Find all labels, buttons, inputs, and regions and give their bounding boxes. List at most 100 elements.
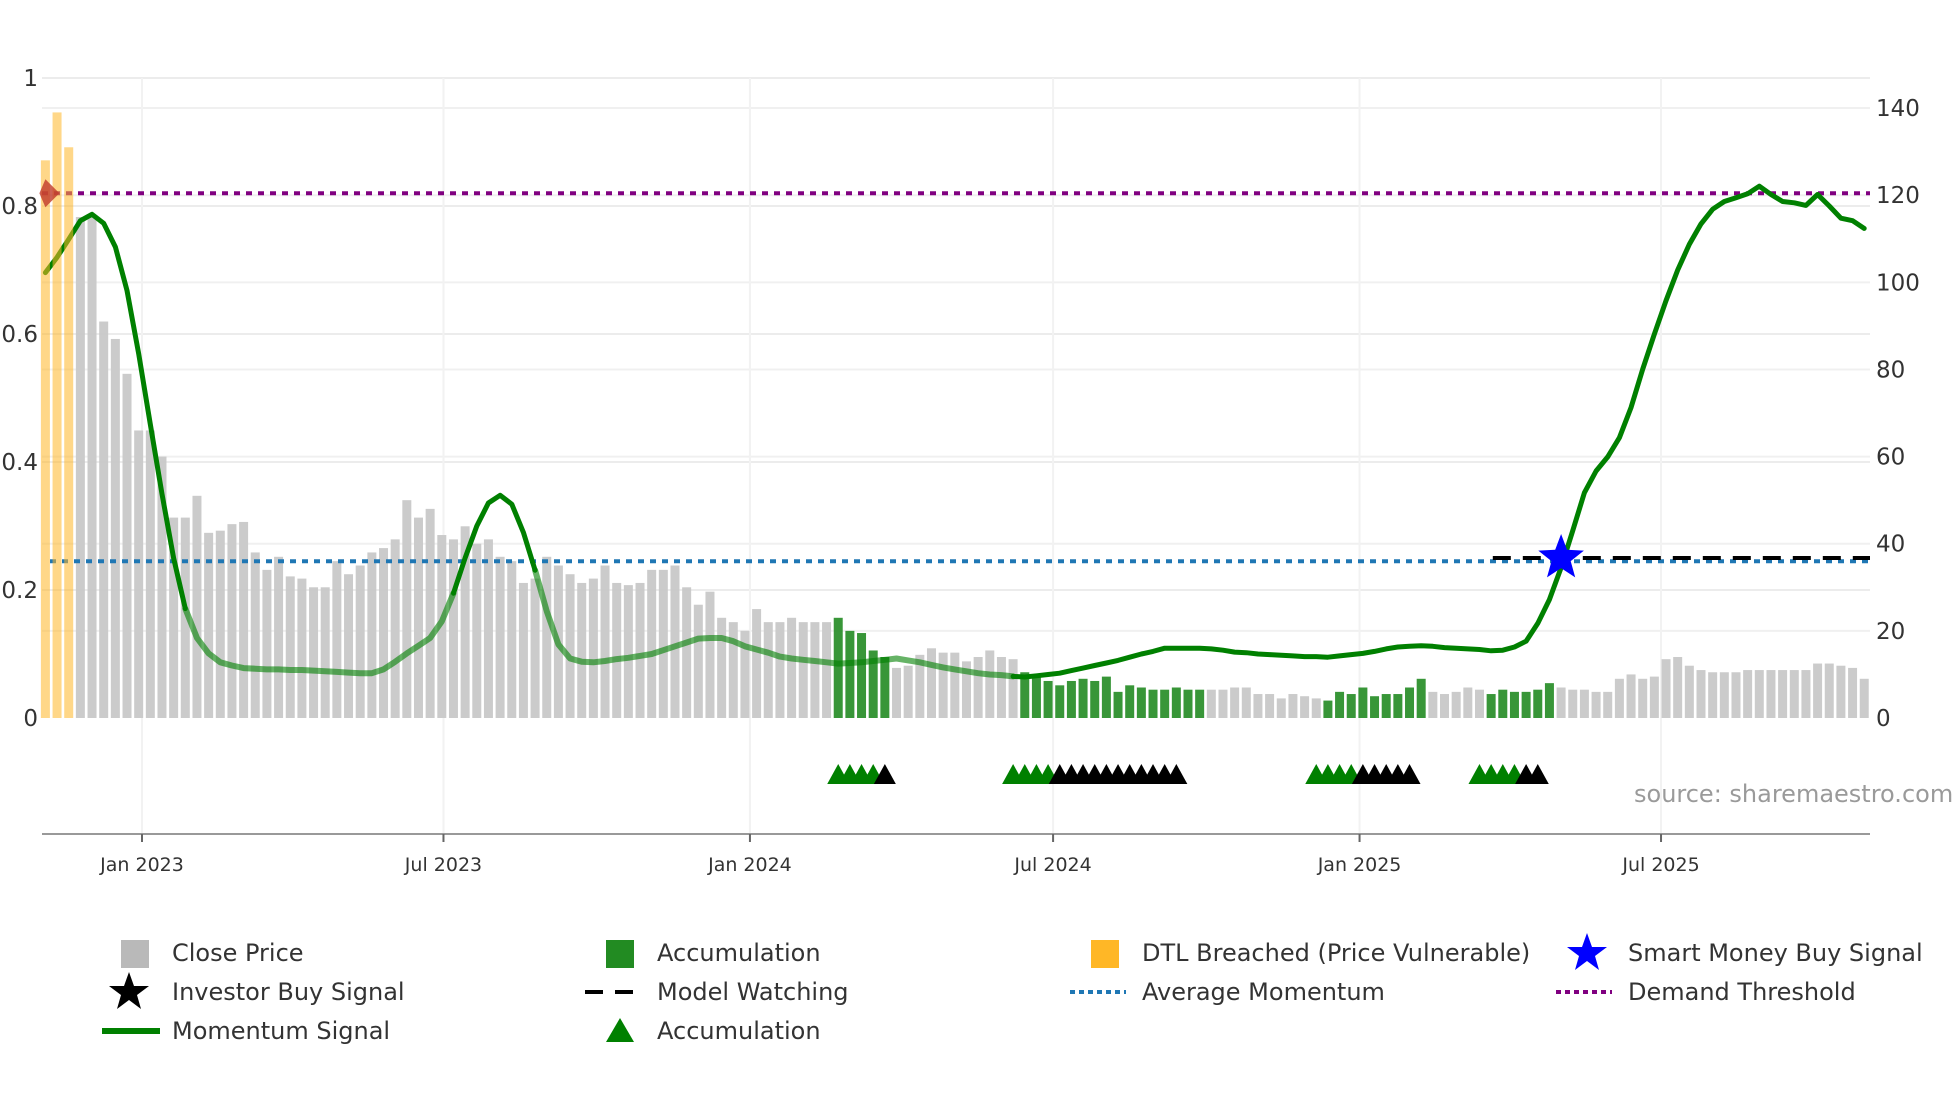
accumulation-bar (1381, 694, 1391, 718)
close-price-bar (448, 539, 458, 718)
close-price-bar (309, 587, 319, 718)
close-price-bar (647, 569, 657, 718)
accumulation-bar (1521, 691, 1531, 718)
close-price-bar (1848, 667, 1858, 718)
close-price-bar (75, 216, 85, 719)
close-price-bar (985, 650, 995, 718)
source-credit: source: sharemaestro.com (1634, 780, 1954, 808)
close-price-bar (682, 587, 692, 718)
close-price-bar (1614, 678, 1624, 718)
close-price-bar (938, 652, 948, 718)
close-price-bar (402, 500, 412, 718)
close-price-bar (892, 667, 902, 718)
close-price-bar (1300, 696, 1310, 718)
accumulation-bar (1509, 691, 1519, 718)
accumulation-bar (1323, 700, 1333, 718)
close-price-bar (810, 622, 820, 718)
close-price-bar (379, 548, 389, 718)
close-price-bar (577, 582, 587, 718)
dtl-breached-bar (52, 112, 62, 718)
close-price-bar (145, 430, 155, 718)
close-price-bar (1801, 670, 1811, 718)
close-price-bar (285, 576, 295, 718)
close-price-bar (1638, 678, 1648, 718)
close-price-bar (670, 565, 680, 718)
close-price-bar (1451, 691, 1461, 718)
close-price-bar (1661, 659, 1671, 718)
accumulation-bar (1533, 689, 1543, 718)
close-price-bar (355, 565, 365, 718)
y-right-tick-label: 100 (1876, 270, 1920, 296)
close-price-bar (1813, 663, 1823, 718)
close-price-bar (1206, 689, 1216, 718)
close-price-bar (1743, 670, 1753, 718)
close-price-bar (250, 552, 260, 718)
close-price-bar (973, 657, 983, 718)
y-left-tick-label: 0 (23, 706, 38, 732)
close-price-bar (530, 578, 540, 718)
close-price-bar (332, 561, 342, 718)
close-price-bar (1463, 687, 1473, 718)
close-price-bar (297, 578, 307, 718)
close-price-bar (565, 574, 575, 718)
close-price-bar (320, 587, 330, 718)
x-tick-label: Jan 2025 (1317, 854, 1402, 876)
close-price-bar (215, 530, 225, 718)
y-left-tick-label: 0.4 (1, 450, 38, 476)
close-price-bar (274, 556, 284, 718)
close-price-bar (134, 430, 144, 718)
close-price-bar (950, 652, 960, 718)
close-price-bar (99, 321, 109, 718)
close-price-bar (495, 556, 505, 718)
accumulation-bar (1195, 689, 1205, 718)
x-tick-label: Jul 2023 (404, 854, 482, 876)
x-tick-label: Jan 2023 (99, 854, 184, 876)
close-price-bar (227, 524, 237, 718)
close-price-bar (926, 648, 936, 718)
close-price-bar (239, 521, 249, 718)
accumulation-bar (1078, 678, 1088, 718)
close-price-bar (1265, 694, 1275, 718)
close-price-bar (1836, 665, 1846, 718)
close-price-bar (483, 539, 493, 718)
close-price-bar (1288, 694, 1298, 718)
close-price-bar (798, 622, 808, 718)
accumulation-bar (1148, 689, 1158, 718)
y-right-tick-label: 80 (1876, 357, 1905, 383)
close-price-bar (472, 543, 482, 718)
close-price-bar (996, 657, 1006, 718)
close-price-bar (717, 617, 727, 718)
close-price-bar (1241, 687, 1251, 718)
close-price-bar (1859, 678, 1869, 718)
y-left-tick-label: 0.8 (1, 194, 38, 220)
close-price-bar (1311, 698, 1321, 718)
accumulation-bar (1090, 680, 1100, 718)
close-price-bar (122, 373, 132, 718)
close-price-bar (518, 582, 528, 718)
close-price-bar (390, 539, 400, 718)
close-price-bar (1673, 657, 1683, 718)
accumulation-bar (857, 633, 867, 718)
close-price-bar (1719, 672, 1729, 718)
close-price-bar (1754, 670, 1764, 718)
close-price-bar (623, 585, 633, 718)
accumulation-bar (1136, 687, 1146, 718)
close-price-bar (635, 582, 645, 718)
accumulation-bar (845, 630, 855, 718)
accumulation-bar (1125, 685, 1135, 718)
close-price-bar (542, 556, 552, 718)
y-right-tick-label: 120 (1876, 183, 1920, 209)
close-price-bar (1591, 691, 1601, 718)
momentum-signal-line (182, 590, 457, 677)
accumulation-bar (1113, 691, 1123, 718)
close-price-bar (1568, 689, 1578, 718)
close-price-bar (763, 622, 773, 718)
accumulation-bar (1346, 694, 1356, 718)
x-tick-label: Jul 2024 (1013, 854, 1091, 876)
dtl-breached-bar (40, 160, 50, 718)
close-price-bar (1428, 691, 1438, 718)
accumulation-bar (1031, 676, 1041, 718)
x-tick-label: Jul 2025 (1621, 854, 1699, 876)
y-right-tick-label: 140 (1876, 96, 1920, 122)
close-price-bar (1276, 698, 1286, 718)
